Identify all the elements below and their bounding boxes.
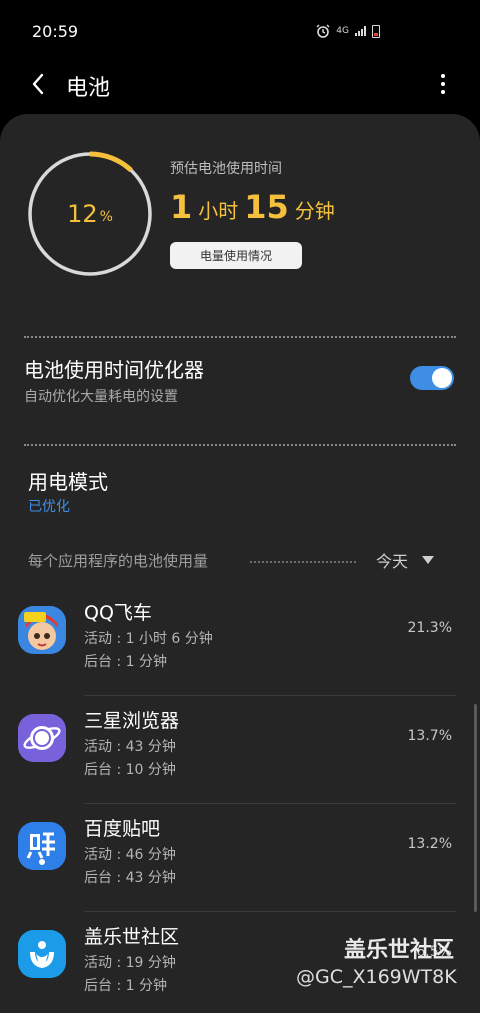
baidu-tieba-icon — [18, 822, 66, 870]
toggle-knob — [432, 368, 452, 388]
app-background-time: 后台 : 43 分钟 — [84, 870, 176, 886]
divider — [24, 444, 456, 446]
samsung-internet-icon — [18, 714, 66, 762]
more-options-button[interactable] — [428, 68, 458, 100]
period-dropdown[interactable]: 今天 — [376, 548, 435, 572]
caret-down-icon — [422, 556, 435, 564]
app-active-time: 活动 : 19 分钟 — [84, 955, 176, 971]
app-active-time: 活动 : 43 分钟 — [84, 739, 176, 755]
back-button[interactable] — [22, 68, 54, 100]
app-background-time: 后台 : 1 分钟 — [84, 978, 167, 994]
hours-unit: 小时 — [198, 199, 239, 223]
status-icons: 4G — [316, 24, 380, 38]
minutes-unit: 分钟 — [294, 199, 335, 223]
battery-percent-number: 12 — [67, 200, 98, 228]
divider — [24, 336, 456, 338]
per-app-usage-label: 每个应用程序的电池使用量 — [28, 552, 209, 570]
app-name: 三星浏览器 — [84, 710, 180, 732]
optimizer-title: 电池使用时间优化器 — [24, 358, 204, 382]
scrollbar[interactable] — [474, 704, 477, 912]
galaxy-community-icon — [18, 930, 66, 978]
estimate-minutes: 15 — [244, 188, 289, 226]
estimate-time: 1 小时 15 分钟 — [170, 188, 335, 226]
more-dot-icon — [441, 82, 445, 86]
app-usage-row[interactable]: 三星浏览器 活动 : 43 分钟 后台 : 10 分钟 13.7% — [0, 696, 480, 804]
page-title: 电池 — [66, 76, 111, 101]
battery-percent: 12 % — [26, 150, 154, 278]
alarm-icon — [316, 24, 330, 38]
watermark-user: @GC_X169WT8K — [296, 966, 457, 988]
app-name: 百度贴吧 — [84, 818, 161, 840]
estimate-label: 预估电池使用时间 — [170, 161, 282, 177]
app-background-time: 后台 : 1 分钟 — [84, 654, 167, 670]
app-usage-percent: 21.3% — [407, 620, 452, 636]
app-usage-percent: 13.2% — [407, 836, 452, 852]
divider — [250, 561, 356, 563]
status-time: 20:59 — [32, 21, 79, 41]
battery-level-ring: 12 % — [26, 150, 154, 278]
battery-usage-button[interactable]: 电量使用情况 — [170, 242, 302, 269]
app-name: 盖乐世社区 — [84, 926, 180, 948]
app-background-time: 后台 : 10 分钟 — [84, 762, 176, 778]
period-value: 今天 — [376, 552, 409, 571]
battery-percent-unit: % — [99, 209, 113, 225]
app-name: QQ飞车 — [84, 602, 152, 624]
watermark-title: 盖乐世社区 — [344, 938, 455, 963]
signal-icon — [355, 26, 366, 36]
power-mode-title: 用电模式 — [28, 470, 108, 494]
optimizer-toggle[interactable] — [410, 366, 454, 390]
chevron-left-icon — [32, 73, 44, 95]
app-usage-row[interactable]: QQ飞车 活动 : 1 小时 6 分钟 后台 : 1 分钟 21.3% — [0, 588, 480, 696]
app-usage-row[interactable]: 百度贴吧 活动 : 46 分钟 后台 : 43 分钟 13.2% — [0, 804, 480, 912]
app-usage-percent: 13.7% — [407, 728, 452, 744]
status-bar: 20:59 4G — [0, 0, 480, 62]
estimate-hours: 1 — [170, 188, 193, 226]
app-header: 电池 — [0, 62, 480, 106]
power-mode-value: 已优化 — [28, 499, 70, 515]
qq-speed-game-icon — [18, 606, 66, 654]
app-active-time: 活动 : 46 分钟 — [84, 847, 176, 863]
more-dot-icon — [441, 74, 445, 78]
optimizer-subtitle: 自动优化大量耗电的设置 — [24, 389, 178, 405]
battery-icon — [372, 24, 380, 38]
network-type-label: 4G — [336, 26, 349, 36]
battery-card: 12 % 预估电池使用时间 1 小时 15 分钟 电量使用情况 电池使用时间优化… — [0, 114, 480, 1013]
more-dot-icon — [441, 90, 445, 94]
app-active-time: 活动 : 1 小时 6 分钟 — [84, 631, 213, 647]
